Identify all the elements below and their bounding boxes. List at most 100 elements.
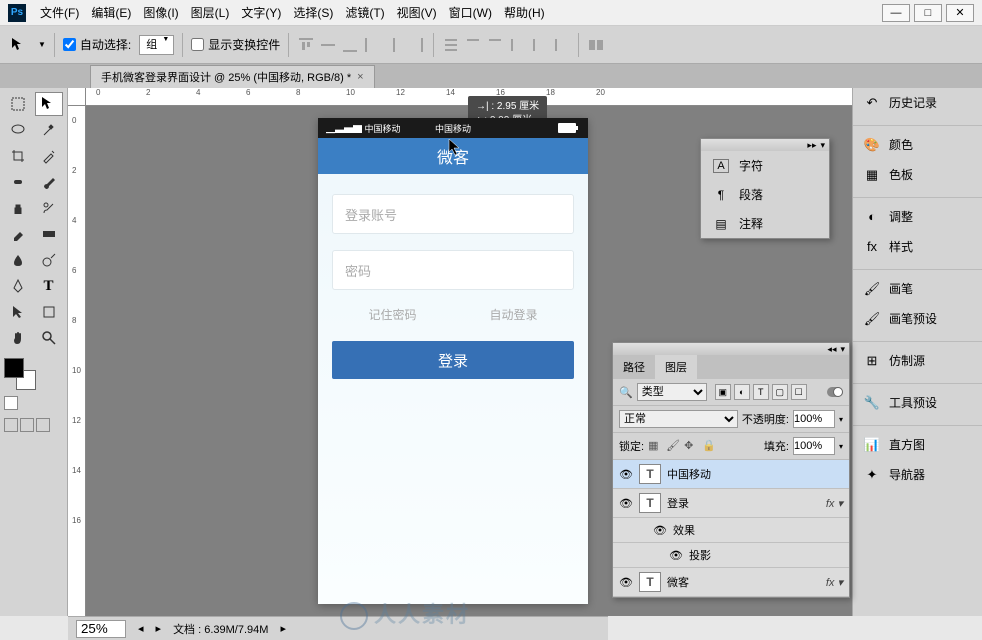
panel-header[interactable]: ◂◂ ▾: [613, 343, 849, 355]
visibility-icon[interactable]: 👁: [619, 468, 633, 481]
align-hcenter-icon[interactable]: [385, 36, 403, 54]
layers-panel[interactable]: ◂◂▾ 路径 图层 🔍 类型 ▣ ◐ T ▢ ☐ 正常 不透明度: ▾ 锁定: …: [612, 342, 850, 598]
align-left-icon[interactable]: [363, 36, 381, 54]
lock-pixels-icon[interactable]: 🖌: [666, 439, 680, 453]
layer-effect-item[interactable]: 👁 投影: [613, 543, 849, 568]
menu-type[interactable]: 文字(Y): [235, 4, 287, 21]
align-bottom-icon[interactable]: [341, 36, 359, 54]
pen-tool[interactable]: [4, 274, 32, 298]
distribute-icon[interactable]: [442, 36, 460, 54]
move-tool[interactable]: [35, 92, 63, 116]
remember-password-option[interactable]: 记住密码: [368, 306, 416, 323]
layers-tab[interactable]: 图层: [655, 355, 697, 379]
menu-edit[interactable]: 编辑(E): [85, 4, 137, 21]
filter-shape-icon[interactable]: ▢: [772, 384, 788, 400]
panel-button[interactable]: 📊直方图: [853, 430, 982, 460]
tab-close-icon[interactable]: ×: [357, 71, 363, 83]
auto-select-dropdown[interactable]: 组 ▼: [139, 35, 174, 55]
menu-layer[interactable]: 图层(L): [185, 4, 236, 21]
filter-smart-icon[interactable]: ☐: [791, 384, 807, 400]
menu-view[interactable]: 视图(V): [391, 4, 443, 21]
info-dropdown-icon[interactable]: ▸: [280, 622, 286, 635]
panel-button[interactable]: 🎨颜色: [853, 130, 982, 160]
lock-all-icon[interactable]: 🔒: [702, 439, 716, 453]
path-select-tool[interactable]: [4, 300, 32, 324]
filter-pixel-icon[interactable]: ▣: [715, 384, 731, 400]
history-brush-tool[interactable]: [35, 196, 63, 220]
panel-button[interactable]: ↶历史记录: [853, 88, 982, 118]
distribute-icon[interactable]: [530, 36, 548, 54]
eraser-tool[interactable]: [4, 222, 32, 246]
dodge-tool[interactable]: [35, 248, 63, 272]
dropdown-icon[interactable]: ▾: [839, 415, 843, 424]
username-input[interactable]: 登录账号: [332, 194, 574, 234]
close-icon[interactable]: ▾: [820, 140, 825, 151]
panel-button[interactable]: 🖌画笔: [853, 274, 982, 304]
scroll-left-icon[interactable]: ◂: [138, 622, 144, 635]
visibility-icon[interactable]: 👁: [669, 549, 683, 562]
visibility-icon[interactable]: 👁: [619, 497, 633, 510]
align-top-icon[interactable]: [297, 36, 315, 54]
shape-tool[interactable]: [35, 300, 63, 324]
opacity-input[interactable]: [793, 410, 835, 428]
document-tab[interactable]: 手机微客登录界面设计 @ 25% (中国移动, RGB/8) * ×: [90, 65, 375, 88]
crop-tool[interactable]: [4, 144, 32, 168]
panel-button[interactable]: ◐调整: [853, 202, 982, 232]
distribute-icon[interactable]: [508, 36, 526, 54]
brush-tool[interactable]: [35, 170, 63, 194]
password-input[interactable]: 密码: [332, 250, 574, 290]
menu-window[interactable]: 窗口(W): [443, 4, 498, 21]
layer-effects-group[interactable]: 👁 效果: [613, 518, 849, 543]
align-right-icon[interactable]: [407, 36, 425, 54]
fill-input[interactable]: [793, 437, 835, 455]
marquee-tool[interactable]: [4, 92, 32, 116]
menu-icon[interactable]: ▾: [840, 344, 845, 355]
auto-login-option[interactable]: 自动登录: [489, 306, 537, 323]
minimize-button[interactable]: —: [882, 4, 910, 22]
distribute-icon[interactable]: [486, 36, 504, 54]
menu-select[interactable]: 选择(S): [287, 4, 339, 21]
zoom-tool[interactable]: [35, 326, 63, 350]
filter-toggle[interactable]: [827, 387, 843, 397]
clone-tool[interactable]: [4, 196, 32, 220]
panel-button[interactable]: fx样式: [853, 232, 982, 262]
auto-align-icon[interactable]: [587, 36, 605, 54]
collapse-icon[interactable]: ◂◂: [827, 344, 836, 355]
login-button[interactable]: 登录: [332, 341, 574, 379]
layer-item[interactable]: 👁 T 微客 fx ▾: [613, 568, 849, 597]
paragraph-panel-item[interactable]: ¶段落: [701, 180, 829, 209]
eyedropper-tool[interactable]: [35, 144, 63, 168]
type-tool[interactable]: T: [35, 274, 63, 298]
color-swatch[interactable]: [4, 358, 36, 390]
paths-tab[interactable]: 路径: [613, 355, 655, 379]
hand-tool[interactable]: [4, 326, 32, 350]
layer-item[interactable]: 👁 T 登录 fx ▾: [613, 489, 849, 518]
zoom-input[interactable]: [76, 620, 126, 638]
align-vcenter-icon[interactable]: [319, 36, 337, 54]
panel-button[interactable]: ▦色板: [853, 160, 982, 190]
maximize-button[interactable]: □: [914, 4, 942, 22]
fx-badge[interactable]: fx ▾: [826, 497, 843, 510]
menu-filter[interactable]: 滤镜(T): [339, 4, 390, 21]
show-transform-checkbox[interactable]: 显示变换控件: [191, 36, 280, 53]
filter-type-icon[interactable]: T: [753, 384, 769, 400]
distribute-icon[interactable]: [464, 36, 482, 54]
close-button[interactable]: ✕: [946, 4, 974, 22]
layer-item[interactable]: 👁 T 中国移动: [613, 460, 849, 489]
panel-header[interactable]: ▸▸ ▾: [701, 139, 829, 151]
filter-type-select[interactable]: 类型: [637, 383, 707, 401]
panel-button[interactable]: 🖌画笔预设: [853, 304, 982, 334]
menu-image[interactable]: 图像(I): [137, 4, 184, 21]
menu-help[interactable]: 帮助(H): [498, 4, 551, 21]
fx-badge[interactable]: fx ▾: [826, 576, 843, 589]
blend-mode-select[interactable]: 正常: [619, 410, 738, 428]
gradient-tool[interactable]: [35, 222, 63, 246]
visibility-icon[interactable]: 👁: [619, 576, 633, 589]
lasso-tool[interactable]: [4, 118, 32, 142]
character-panel[interactable]: ▸▸▾ A字符 ¶段落 ▤注释: [700, 138, 830, 239]
lock-position-icon[interactable]: ✥: [684, 439, 698, 453]
blur-tool[interactable]: [4, 248, 32, 272]
scroll-right-icon[interactable]: ▸: [156, 622, 162, 635]
collapse-icon[interactable]: ▸▸: [807, 140, 816, 151]
dropdown-icon[interactable]: ▾: [839, 442, 843, 451]
